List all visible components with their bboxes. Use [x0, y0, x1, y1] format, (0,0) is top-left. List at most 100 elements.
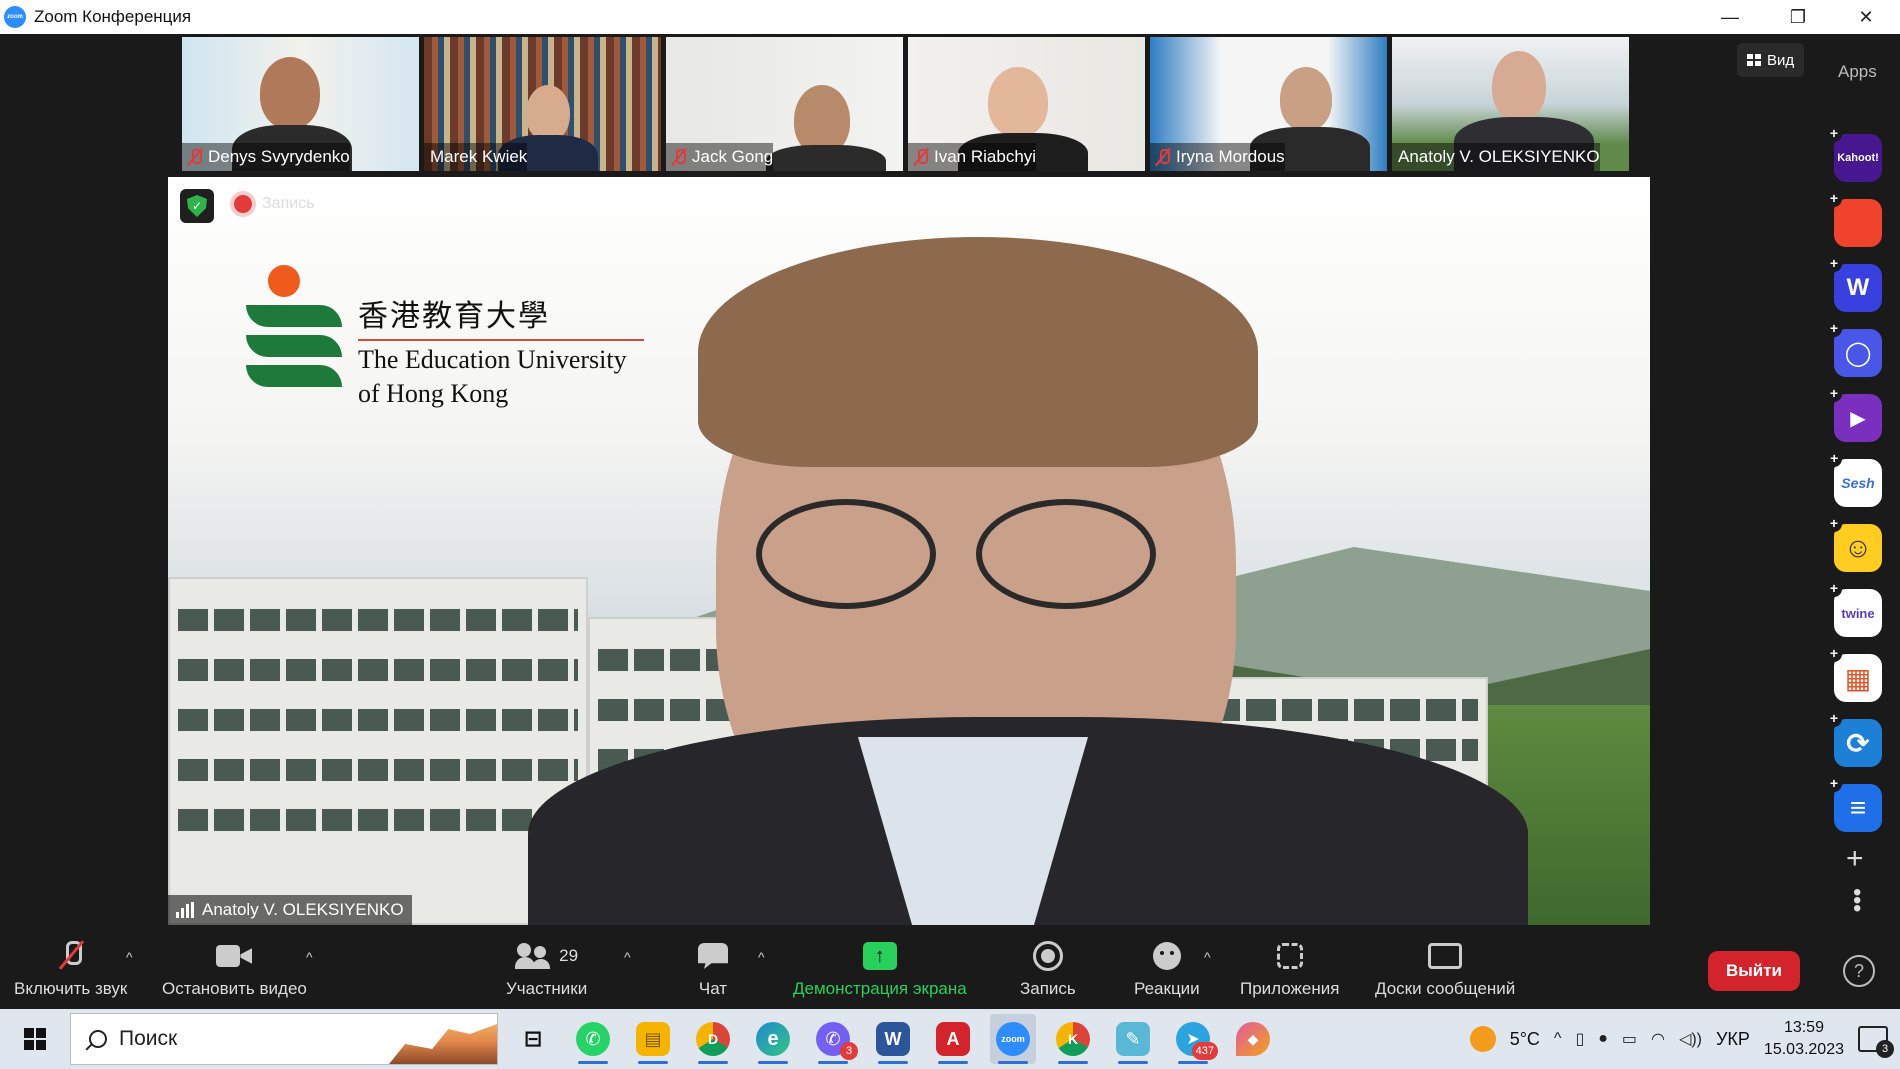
microphone-icon[interactable]: ●: [1598, 1030, 1608, 1048]
emoji-app-icon[interactable]: + ☺: [1826, 516, 1882, 572]
more-options-icon[interactable]: • • •: [1853, 881, 1861, 921]
weather-icon[interactable]: [1469, 1026, 1496, 1052]
windows-logo-icon: [24, 1028, 46, 1050]
camera-icon: [216, 945, 252, 967]
reactions-button[interactable]: Реакции: [1134, 939, 1200, 999]
participant-tile[interactable]: Ivan Riabchyi: [908, 37, 1145, 171]
whatsapp-icon[interactable]: ✆: [570, 1014, 616, 1064]
notepad-icon[interactable]: ✎: [1110, 1014, 1156, 1064]
zoom-app-icon: zoom: [4, 6, 26, 28]
video-app-icon[interactable]: + ▶: [1826, 386, 1882, 442]
help-icon[interactable]: ?: [1843, 955, 1875, 987]
security-shield-icon[interactable]: ✓: [180, 189, 214, 223]
chrome-profile-k-icon[interactable]: K: [1050, 1014, 1096, 1064]
telegram-icon[interactable]: ➤ 437: [1170, 1014, 1218, 1064]
muted-mic-icon: [188, 148, 202, 166]
edge-icon[interactable]: e: [750, 1014, 796, 1064]
muted-mic-icon: [914, 148, 928, 166]
chat-button[interactable]: Чат: [698, 939, 728, 999]
participant-tile[interactable]: Marek Kwiek: [424, 37, 661, 171]
participants-button[interactable]: 29 Участники: [506, 939, 587, 999]
word-icon[interactable]: W: [870, 1014, 916, 1064]
kahoot-app-icon[interactable]: + Kahoot!: [1826, 126, 1882, 182]
circle-app-icon[interactable]: + ◯: [1826, 321, 1882, 377]
grid-view-icon: [1747, 54, 1761, 66]
minimize-button[interactable]: —: [1696, 0, 1764, 34]
window-title: Zoom Конференция: [34, 7, 192, 26]
signal-strength-icon: [176, 902, 194, 918]
battery-icon[interactable]: ▭: [1622, 1029, 1637, 1049]
device-icon[interactable]: ▯: [1575, 1029, 1584, 1049]
language-indicator[interactable]: УКР: [1716, 1029, 1750, 1050]
eduhk-logo-mark: [246, 265, 342, 390]
video-options-caret[interactable]: ^: [306, 949, 313, 965]
muted-mic-icon: [1156, 148, 1170, 166]
grid-app-icon[interactable]: + ▦: [1826, 646, 1882, 702]
participants-options-caret[interactable]: ^: [624, 949, 631, 965]
sync-app-icon[interactable]: + ⟳: [1826, 711, 1882, 767]
reactions-icon: [1152, 942, 1181, 970]
acrobat-icon[interactable]: A: [930, 1014, 976, 1064]
eduhk-logo: 香港教育大學 The Education University of Hong …: [246, 265, 644, 409]
stop-video-label: Остановить видео: [162, 979, 307, 998]
record-icon: [1032, 941, 1063, 971]
notifications-icon[interactable]: 3: [1858, 1026, 1894, 1058]
notifications-count: 3: [1876, 1040, 1894, 1058]
file-explorer-icon[interactable]: ▤: [630, 1014, 676, 1064]
orange-app-icon[interactable]: +: [1826, 191, 1882, 247]
participant-tile[interactable]: Iryna Mordous: [1150, 37, 1387, 171]
participant-tile[interactable]: Jack Gong: [666, 37, 903, 171]
participant-name: Jack Gong: [692, 147, 774, 166]
view-button[interactable]: Вид: [1737, 43, 1805, 77]
recording-dot-icon: [234, 195, 252, 213]
twine-app-icon[interactable]: + twine: [1826, 581, 1882, 637]
close-button[interactable]: ✕: [1832, 0, 1900, 34]
start-button[interactable]: [0, 1009, 70, 1069]
show-hidden-icons-icon[interactable]: ^: [1554, 1030, 1562, 1048]
chat-options-caret[interactable]: ^: [758, 949, 765, 965]
participant-name: Marek Kwiek: [430, 147, 528, 166]
view-button-label: Вид: [1767, 51, 1795, 69]
wifi-icon[interactable]: ◠: [1651, 1029, 1665, 1049]
participant-name: Denys Svyrydenko: [208, 147, 350, 166]
logo-cjk-text: 香港教育大學: [358, 291, 644, 341]
participant-tile-active[interactable]: Anatoly V. OLEKSIYENKO: [1392, 37, 1629, 171]
add-app-icon[interactable]: +: [1846, 842, 1864, 876]
volume-icon[interactable]: ◁)): [1679, 1029, 1702, 1049]
unmute-button[interactable]: Включить звук: [14, 939, 127, 999]
record-label: Запись: [1020, 979, 1076, 998]
stop-video-button[interactable]: Остановить видео: [162, 939, 307, 999]
record-button[interactable]: Запись: [1020, 939, 1076, 999]
viber-icon[interactable]: ✆ 3: [810, 1014, 858, 1064]
apps-button[interactable]: Приложения: [1240, 939, 1339, 999]
muted-mic-icon: [672, 148, 686, 166]
whiteboard-label: Доски сообщений: [1375, 979, 1516, 998]
leave-button[interactable]: Выйти: [1708, 951, 1800, 991]
apps-rail: + Kahoot! + + W + ◯ + ▶ + Sesh + ☺ + twine + ▦ +…: [1826, 126, 1882, 849]
taskbar-apps: ⊟ ✆ ▤ D e ✆ 3 W A zoom K ✎ ➤ 437 ◆: [510, 1014, 1276, 1064]
audio-options-caret[interactable]: ^: [126, 949, 133, 965]
zoom-taskbar-icon[interactable]: zoom: [990, 1014, 1036, 1064]
reactions-options-caret[interactable]: ^: [1204, 949, 1211, 965]
stack-app-icon[interactable]: + ≡: [1826, 776, 1882, 832]
restore-button[interactable]: ❐: [1764, 0, 1832, 34]
meeting-toolbar: Включить звук ^ Остановить видео ^ 29 Уч…: [0, 931, 1900, 1009]
taskbar-search[interactable]: [70, 1013, 498, 1065]
share-screen-button[interactable]: ↑ Демонстрация экрана: [793, 939, 967, 999]
share-screen-label: Демонстрация экрана: [793, 979, 967, 998]
search-input[interactable]: [119, 1027, 369, 1051]
search-highlight-image: [389, 1024, 497, 1064]
whiteboard-button[interactable]: Доски сообщений: [1375, 939, 1515, 999]
task-view-icon[interactable]: ⊟: [510, 1014, 556, 1064]
chrome-profile-d-icon[interactable]: D: [690, 1014, 736, 1064]
whiteboard-icon: [1428, 943, 1463, 969]
recording-indicator: Запись: [234, 195, 315, 213]
weather-temperature[interactable]: 5°C: [1510, 1029, 1540, 1050]
sesh-app-icon[interactable]: + Sesh: [1826, 451, 1882, 507]
participant-tile[interactable]: Denys Svyrydenko: [182, 37, 419, 171]
participants-label: Участники: [506, 979, 588, 998]
wooclap-app-icon[interactable]: + W: [1826, 256, 1882, 312]
paint-icon[interactable]: ◆: [1230, 1014, 1276, 1064]
telegram-badge: 437: [1191, 1042, 1218, 1060]
clock[interactable]: 13:59 15.03.2023: [1764, 1017, 1844, 1061]
